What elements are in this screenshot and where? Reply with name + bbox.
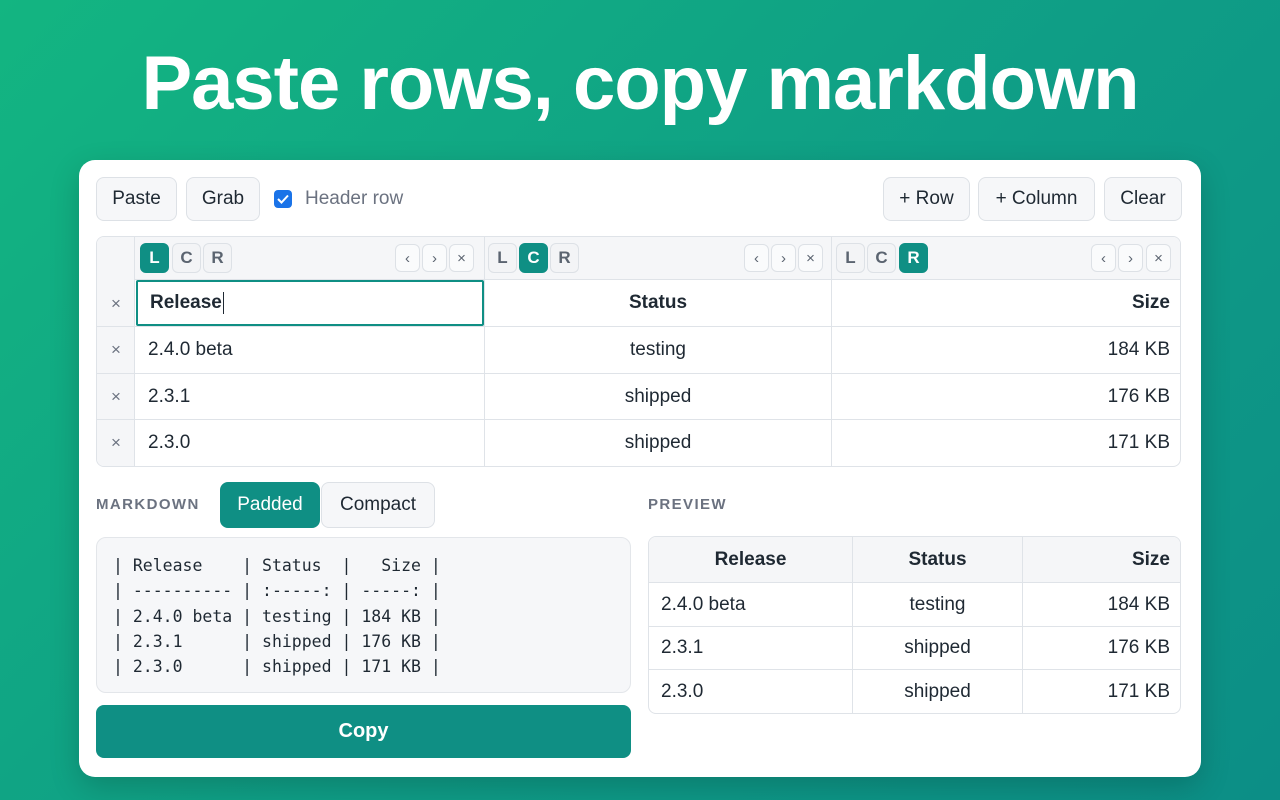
col1-move-left-icon[interactable]: ‹ bbox=[395, 244, 420, 272]
col2-align-right[interactable]: R bbox=[550, 243, 579, 273]
col3-remove-icon[interactable]: × bbox=[1146, 244, 1171, 272]
table-editor: L C R ‹ › × L C R ‹ › × L C R ‹ › × × × … bbox=[96, 236, 1181, 467]
col1-align-right[interactable]: R bbox=[203, 243, 232, 273]
editor-card: Paste Grab Header row + Row + Column Cle… bbox=[79, 160, 1201, 777]
cell-header-release[interactable]: Release bbox=[136, 280, 484, 326]
col3-align-center[interactable]: C bbox=[867, 243, 896, 273]
preview-cell: 2.3.1 bbox=[661, 637, 704, 658]
preview-header-cell: Size bbox=[1131, 549, 1170, 570]
preview-label: PREVIEW bbox=[648, 496, 727, 513]
check-icon bbox=[277, 194, 289, 204]
preview-cell: 2.4.0 beta bbox=[661, 594, 746, 615]
compact-toggle[interactable]: Compact bbox=[321, 482, 435, 528]
cell-header-status[interactable]: Status bbox=[485, 280, 831, 326]
col2-move-right-icon[interactable]: › bbox=[771, 244, 796, 272]
preview-cell: testing bbox=[909, 594, 966, 615]
preview-table: Release Status Size 2.4.0 beta testing 1… bbox=[648, 536, 1181, 714]
row3-remove-icon[interactable]: × bbox=[97, 374, 135, 420]
row1-remove-icon[interactable]: × bbox=[97, 281, 135, 327]
preview-cell: 171 KB bbox=[1107, 681, 1170, 702]
table-cell[interactable]: 176 KB bbox=[832, 374, 1180, 420]
col1-align-left[interactable]: L bbox=[140, 243, 169, 273]
preview-header-cell: Status bbox=[908, 549, 967, 570]
preview-cell: 176 KB bbox=[1107, 637, 1170, 658]
preview-cell: 184 KB bbox=[1107, 594, 1170, 615]
col2-align-left[interactable]: L bbox=[488, 243, 517, 273]
grab-button[interactable]: Grab bbox=[186, 177, 260, 221]
table-cell[interactable]: testing bbox=[485, 327, 831, 373]
col1-remove-icon[interactable]: × bbox=[449, 244, 474, 272]
col1-move-right-icon[interactable]: › bbox=[422, 244, 447, 272]
preview-cell: shipped bbox=[904, 681, 971, 702]
table-cell[interactable]: 2.3.1 bbox=[136, 374, 484, 420]
col3-move-left-icon[interactable]: ‹ bbox=[1091, 244, 1116, 272]
header-row-label[interactable]: Header row bbox=[305, 188, 403, 210]
col3-align-right[interactable]: R bbox=[899, 243, 928, 273]
markdown-output[interactable]: | Release | Status | Size | | ----------… bbox=[96, 537, 631, 693]
col2-move-left-icon[interactable]: ‹ bbox=[744, 244, 769, 272]
add-row-button[interactable]: + Row bbox=[883, 177, 970, 221]
table-cell[interactable]: 2.3.0 bbox=[136, 420, 484, 466]
header-row-checkbox[interactable] bbox=[274, 190, 292, 208]
preview-cell: 2.3.0 bbox=[661, 681, 704, 702]
table-cell[interactable]: shipped bbox=[485, 420, 831, 466]
padded-toggle[interactable]: Padded bbox=[220, 482, 320, 528]
cell-text: Release bbox=[150, 292, 222, 313]
row4-remove-icon[interactable]: × bbox=[97, 420, 135, 466]
paste-button[interactable]: Paste bbox=[96, 177, 177, 221]
table-cell[interactable]: 2.4.0 beta bbox=[136, 327, 484, 373]
preview-header-cell: Release bbox=[714, 549, 787, 570]
table-cell[interactable]: 184 KB bbox=[832, 327, 1180, 373]
col3-align-left[interactable]: L bbox=[836, 243, 865, 273]
preview-cell: shipped bbox=[904, 637, 971, 658]
clear-button[interactable]: Clear bbox=[1104, 177, 1182, 221]
headline: Paste rows, copy markdown bbox=[141, 41, 1139, 126]
markdown-label: MARKDOWN bbox=[96, 496, 200, 513]
row2-remove-icon[interactable]: × bbox=[97, 327, 135, 373]
table-cell[interactable]: shipped bbox=[485, 374, 831, 420]
col3-move-right-icon[interactable]: › bbox=[1118, 244, 1143, 272]
col1-align-center[interactable]: C bbox=[172, 243, 201, 273]
cell-header-size[interactable]: Size bbox=[832, 280, 1180, 326]
column-controls bbox=[97, 237, 1180, 280]
table-cell[interactable]: 171 KB bbox=[832, 420, 1180, 466]
copy-button[interactable]: Copy bbox=[96, 705, 631, 758]
col2-align-center[interactable]: C bbox=[519, 243, 548, 273]
text-caret bbox=[222, 292, 224, 314]
add-column-button[interactable]: + Column bbox=[978, 177, 1095, 221]
col2-remove-icon[interactable]: × bbox=[798, 244, 823, 272]
